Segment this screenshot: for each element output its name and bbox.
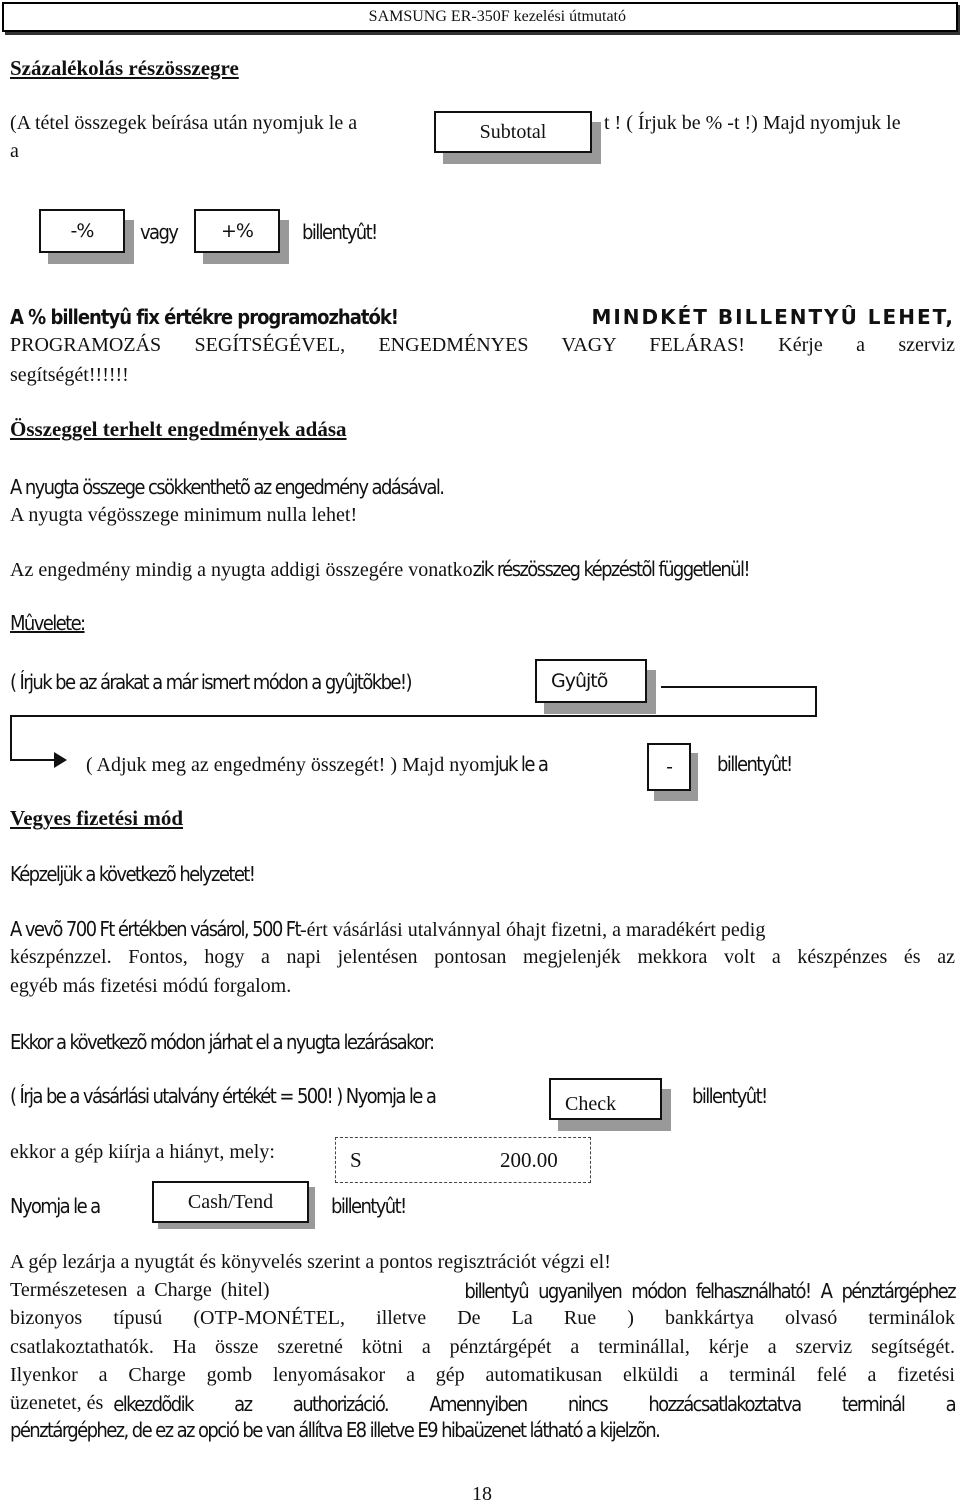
key-suffix-text-2: billentyût! bbox=[717, 752, 793, 776]
step-enter-discount-a: ( Adjuk meg az engedmény összegét! ) Maj… bbox=[86, 754, 495, 776]
display-label: S bbox=[350, 1148, 362, 1172]
key-suffix-text-3: billentyût! bbox=[692, 1084, 768, 1108]
step-press-cash: Nyomja le a bbox=[10, 1194, 101, 1218]
subtotal-key[interactable]: Subtotal bbox=[434, 111, 592, 153]
connector-line-top bbox=[661, 686, 817, 688]
discount-text-3a: Az engedmény mindig a nyugta addigi össz… bbox=[10, 559, 473, 581]
discount-text-3b: zik részösszeg képzéstõl függetlenül! bbox=[472, 557, 751, 581]
cash-tend-key[interactable]: Cash/Tend bbox=[152, 1181, 309, 1223]
charge-line-2: bizonyos típusú (OTP-MONÉTEL, illetve De… bbox=[10, 1307, 955, 1329]
gyujto-key-label: Gyûjtõ bbox=[551, 670, 608, 692]
minus-key[interactable]: - bbox=[647, 743, 691, 791]
section-heading-discount: Összeggel terhelt engedmények adása bbox=[10, 417, 347, 441]
step-enter-discount: ( Adjuk meg az engedmény összegét! ) Maj… bbox=[86, 752, 549, 777]
instruction-text: (A tétel összegek beírása után nyomjuk l… bbox=[10, 112, 358, 134]
discount-text-1: A nyugta összege csökkenthetõ az engedmé… bbox=[10, 475, 445, 499]
charge-line-5b: elkezdõdik az authorizáció. Amennyiben n… bbox=[113, 1392, 956, 1416]
discount-text-2: A nyugta végösszege minimum nulla lehet! bbox=[10, 504, 358, 526]
scenario-para-line-2: készpénzzel. Fontos, hogy a napi jelenté… bbox=[10, 946, 955, 968]
charge-line-1: Természetesen a Charge (hitel) billentyû… bbox=[10, 1279, 957, 1303]
or-text: vagy bbox=[140, 220, 179, 244]
scenario-para-line-3: egyéb más fizetési módú forgalom. bbox=[10, 975, 292, 997]
charge-line-3: csatlakoztathatók. Ha össze szeretné köt… bbox=[10, 1336, 955, 1358]
charge-line-5a: üzenetet, és bbox=[10, 1392, 104, 1414]
discount-text-3: Az engedmény mindig a nyugta addigi össz… bbox=[10, 557, 751, 582]
minus-key-label: - bbox=[666, 756, 673, 778]
connector-line-middle bbox=[10, 715, 817, 717]
cash-tend-key-label: Cash/Tend bbox=[187, 1190, 274, 1213]
charge-line-4: Ilyenkor a Charge gomb lenyomásakor a gé… bbox=[10, 1364, 955, 1386]
operation-label: Mûvelete: bbox=[10, 611, 86, 635]
register-display: S 200.00 bbox=[335, 1137, 591, 1183]
connector-line-left bbox=[10, 715, 12, 761]
note-line-2: PROGRAMOZÁS SEGÍTSÉGÉVEL, ENGEDMÉNYES VA… bbox=[10, 334, 955, 356]
minus-percent-key-label: -% bbox=[70, 220, 95, 242]
shortfall-text: ekkor a gép kiírja a hiányt, mely: bbox=[10, 1141, 275, 1163]
document-title: SAMSUNG ER-350F kezelési útmutató bbox=[368, 8, 626, 25]
note-line-3: segítségét!!!!!! bbox=[10, 364, 129, 386]
charge-line-6: pénztárgéphez, de ez az opció be van áll… bbox=[10, 1418, 661, 1442]
key-suffix-text-4: billentyût! bbox=[331, 1194, 407, 1218]
step-enter-voucher: ( Írja be a vásárlási utalvány értékét =… bbox=[10, 1084, 437, 1108]
scenario-para-line-1b: -ért vásárlási utalvánnyal óhajt fizetni… bbox=[300, 919, 766, 941]
check-key[interactable]: Check bbox=[549, 1078, 662, 1120]
key-suffix-text: billentyût! bbox=[302, 220, 378, 244]
gyujto-key[interactable]: Gyûjtõ bbox=[535, 659, 647, 703]
scenario-para-line-1: A vevõ 700 Ft értékben vásárol, 500 Ft-é… bbox=[10, 917, 765, 942]
procedure-intro: Ekkor a következõ módon járhat el a nyug… bbox=[10, 1030, 435, 1054]
charge-line-1b: billentyû ugyanilyen módon felhasználhat… bbox=[464, 1279, 956, 1303]
check-key-label: Check bbox=[565, 1092, 617, 1115]
page-number: 18 bbox=[472, 1483, 492, 1505]
connector-line-right bbox=[815, 686, 817, 717]
scenario-intro: Képzeljük a következõ helyzetet! bbox=[10, 862, 256, 886]
connector-line-bottom bbox=[10, 759, 58, 761]
plus-percent-key[interactable]: +% bbox=[194, 209, 280, 253]
charge-line-1a: Természetesen a Charge (hitel) bbox=[10, 1279, 270, 1301]
document-header: SAMSUNG ER-350F kezelési útmutató bbox=[2, 2, 958, 32]
close-receipt-text: A gép lezárja a nyugtát és könyvelés sze… bbox=[10, 1251, 611, 1273]
instruction-text-continued: t ! ( Írjuk be % -t !) Majd nyomjuk le bbox=[604, 112, 901, 134]
charge-line-5: üzenetet, és elkezdõdik az authorizáció.… bbox=[10, 1392, 957, 1416]
section-heading-percent: Százalékolás részösszegre bbox=[10, 56, 239, 80]
step-enter-prices: ( Írjuk be az árakat a már ismert módon … bbox=[10, 670, 413, 694]
note-line-1: A % billentyû fix értékre programozhatók… bbox=[10, 305, 955, 329]
plus-percent-key-label: +% bbox=[221, 220, 254, 242]
note-both-keys: MINDKÉT BILLENTYÛ LEHET, bbox=[591, 305, 955, 329]
subtotal-key-label: Subtotal bbox=[479, 120, 547, 143]
minus-percent-key[interactable]: -% bbox=[39, 209, 125, 253]
arrow-right-icon bbox=[54, 752, 67, 768]
note-percent-programmable: A % billentyû fix értékre programozhatók… bbox=[10, 305, 399, 329]
instruction-text-wrap: a bbox=[10, 140, 19, 162]
scenario-para-line-1a: A vevõ 700 Ft értékben vásárol, 500 Ft bbox=[10, 917, 302, 941]
step-enter-discount-b: juk le a bbox=[494, 752, 549, 776]
section-heading-mixed-payment: Vegyes fizetési mód bbox=[10, 806, 184, 830]
display-value: 200.00 bbox=[500, 1148, 558, 1172]
